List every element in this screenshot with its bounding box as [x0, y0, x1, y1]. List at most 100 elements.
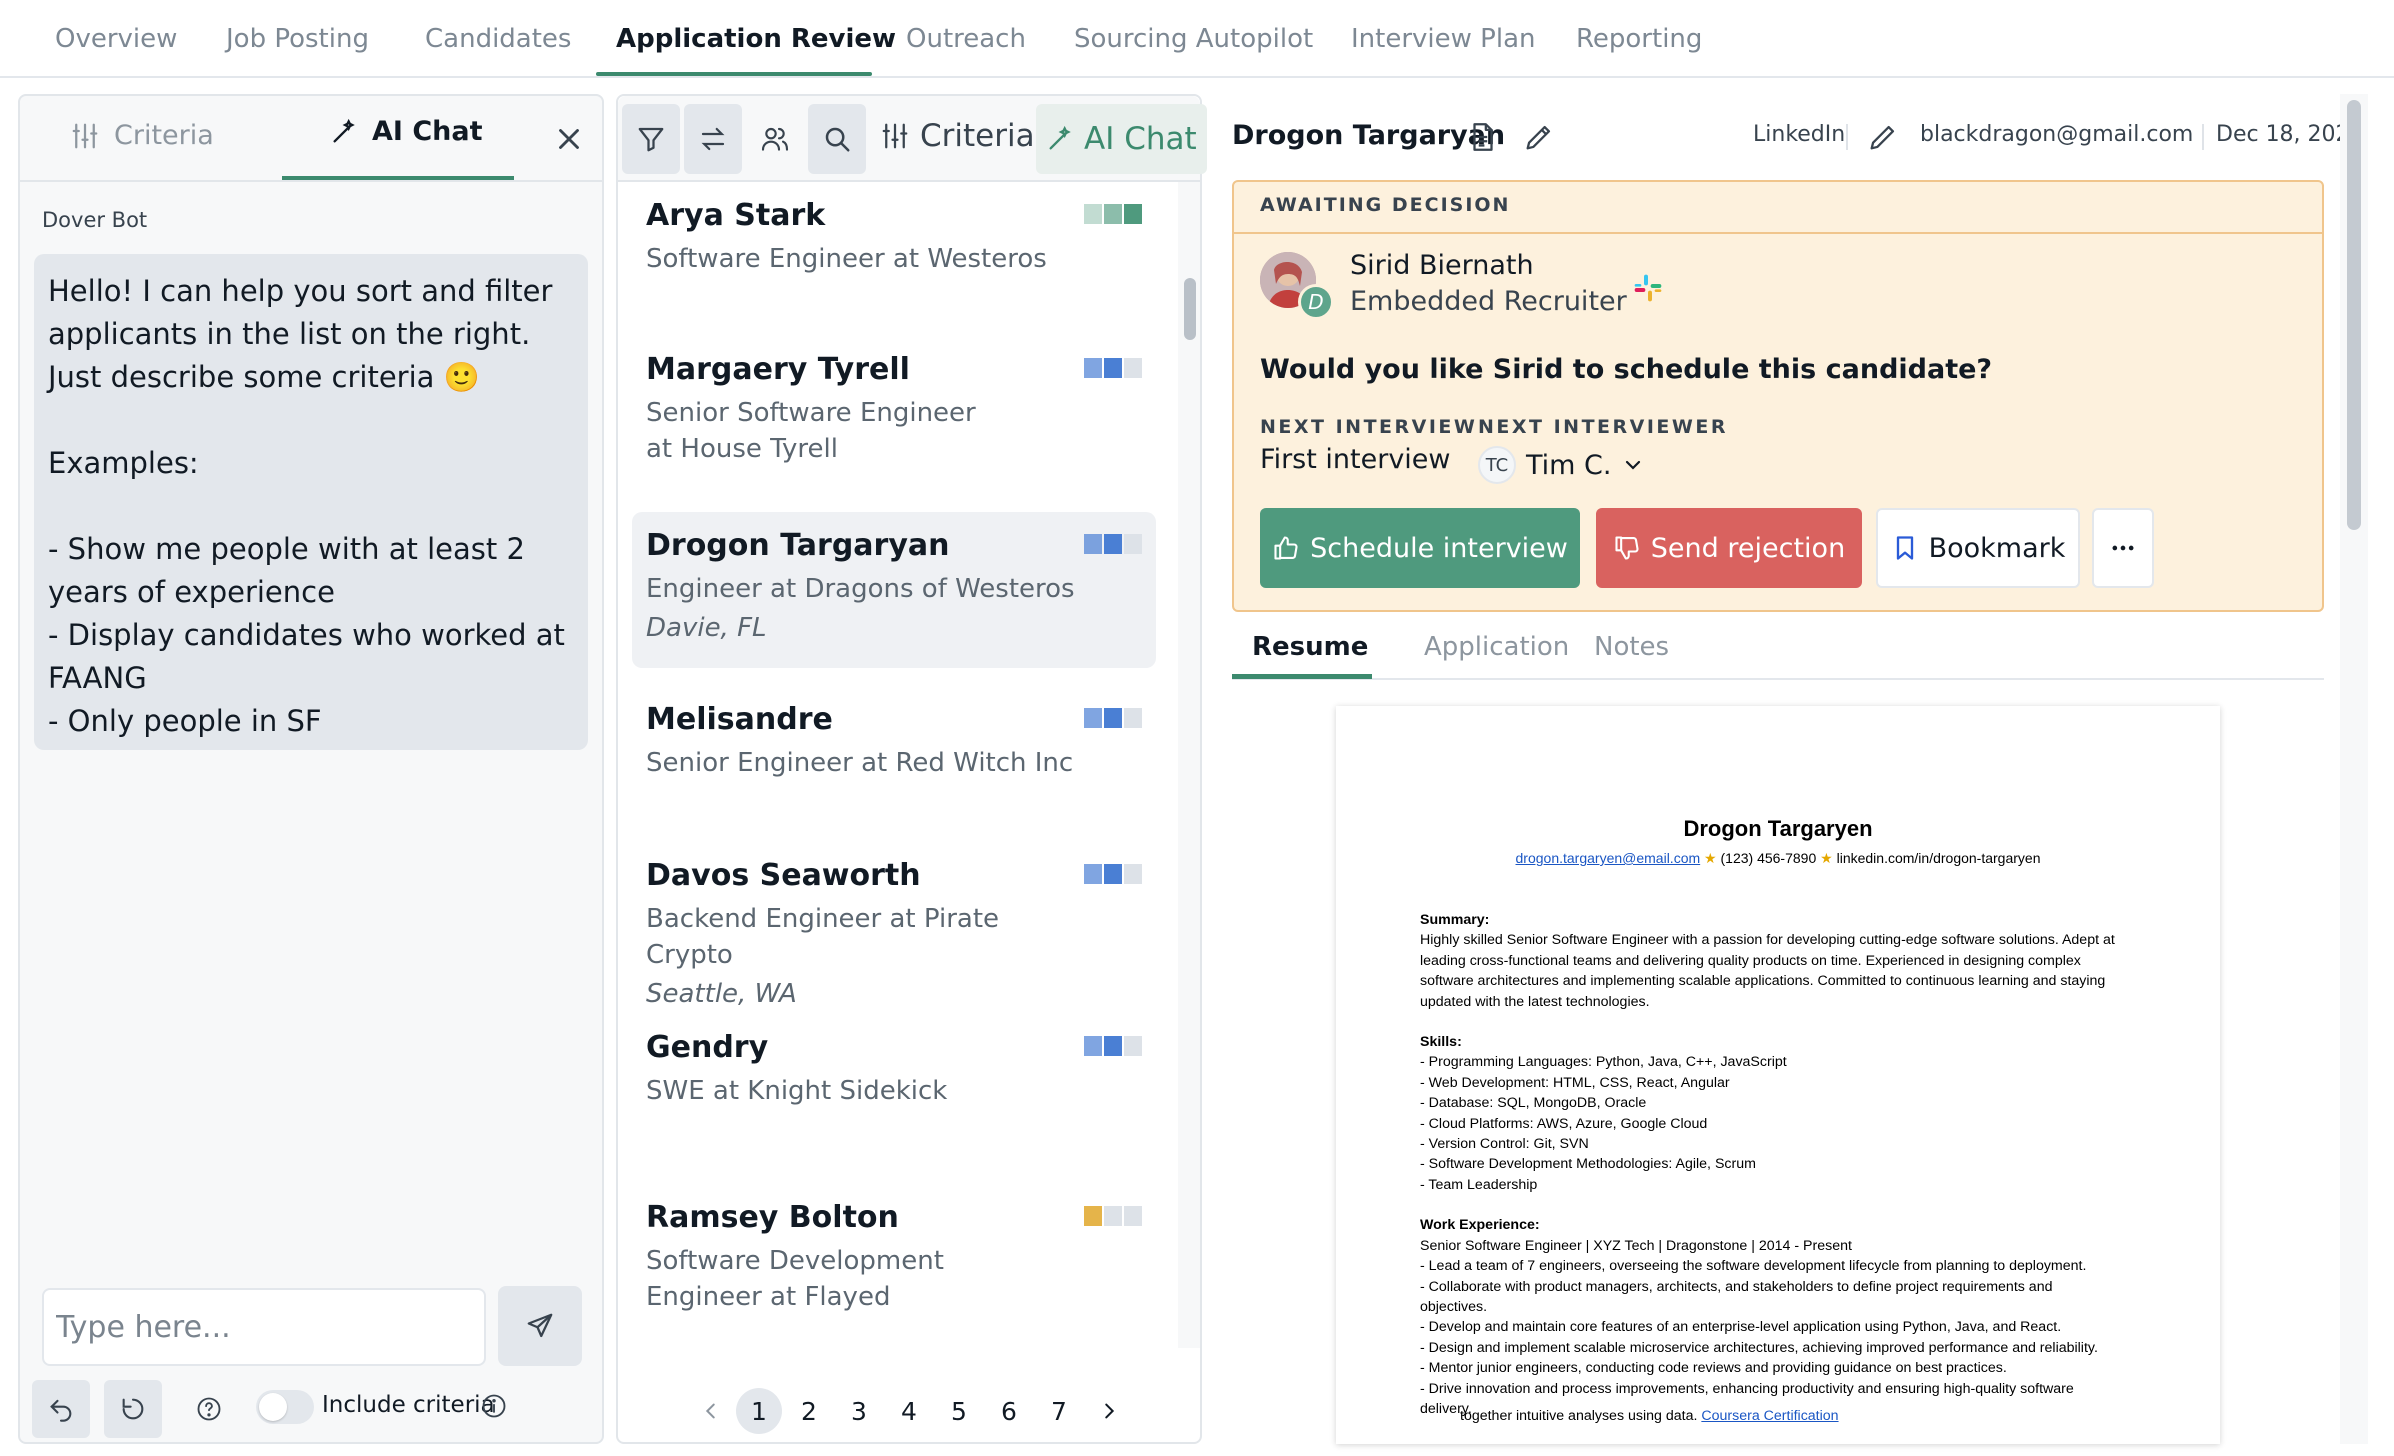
candidate-row[interactable]: Arya Stark Software Engineer at Westeros: [632, 182, 1156, 293]
interviewer-select[interactable]: TC Tim C.: [1478, 446, 1645, 484]
chat-input[interactable]: [42, 1288, 486, 1366]
resume-tail-text: together intuitive analyses using data.: [1460, 1408, 1698, 1424]
edit-email-icon[interactable]: [1866, 120, 1900, 154]
recruiter-role: Embedded Recruiter: [1350, 286, 1627, 317]
tab-outreach[interactable]: Outreach: [906, 24, 1026, 54]
candidate-row[interactable]: Davos Seaworth Backend Engineer at Pirat…: [632, 842, 1156, 1025]
tab-sourcing-autopilot[interactable]: Sourcing Autopilot: [1074, 24, 1313, 54]
send-button[interactable]: [498, 1286, 582, 1366]
candidate-row[interactable]: Melisandre Senior Engineer at Red Witch …: [632, 686, 1156, 797]
page-6[interactable]: 6: [986, 1388, 1032, 1434]
bot-name: Dover Bot: [42, 208, 148, 232]
candidate-row[interactable]: Margaery Tyrell Senior Software Engineer…: [632, 336, 1156, 483]
resume-overflow-line: together intuitive analyses using data. …: [1460, 1408, 1839, 1424]
fit-score-bars: [1084, 1036, 1142, 1056]
panel-tab-criteria-label: Criteria: [114, 120, 214, 151]
send-rejection-button[interactable]: Send rejection: [1596, 508, 1862, 588]
info-icon[interactable]: [480, 1392, 508, 1420]
ai-chat-toggle[interactable]: AI Chat: [1036, 104, 1207, 174]
star-icon: ★: [1820, 850, 1837, 866]
tab-resume[interactable]: Resume: [1252, 632, 1368, 662]
reject-label: Send rejection: [1650, 532, 1846, 564]
candidate-role: Software Development Engineer at Flayed: [646, 1246, 944, 1312]
include-criteria-toggle[interactable]: [256, 1390, 314, 1424]
page-5[interactable]: 5: [936, 1388, 982, 1434]
fit-score-bars: [1084, 1206, 1142, 1226]
page-3[interactable]: 3: [836, 1388, 882, 1434]
resume-contact: drogon.targaryen@email.com ★ (123) 456-7…: [1336, 850, 2220, 867]
criteria-toggle[interactable]: Criteria: [880, 118, 1035, 154]
candidate-row-selected[interactable]: Drogon Targaryan Engineer at Dragons of …: [632, 512, 1156, 668]
candidate-row[interactable]: Ramsey Bolton Software Development Engin…: [632, 1184, 1156, 1331]
score-bar-segment: [1104, 1206, 1122, 1226]
tab-reporting[interactable]: Reporting: [1576, 24, 1702, 54]
fit-score-bars: [1084, 358, 1142, 378]
close-icon[interactable]: [552, 122, 586, 156]
candidate-email[interactable]: blackdragon@gmail.com: [1920, 122, 2193, 147]
chevron-down-icon: [1626, 460, 1641, 470]
people-button[interactable]: [746, 104, 804, 174]
scroll-thumb[interactable]: [2347, 100, 2361, 530]
card-divider: [1234, 232, 2322, 234]
next-page-button[interactable]: [1086, 1388, 1132, 1434]
list-scrollbar[interactable]: [1178, 182, 1200, 1348]
candidate-title: Drogon Targaryan: [1232, 120, 1506, 151]
separator: [2202, 124, 2204, 150]
sort-button[interactable]: [684, 104, 742, 174]
score-bar-segment: [1104, 1036, 1122, 1056]
detail-tab-indicator: [1232, 674, 1372, 679]
next-interviewer-label: NEXT INTERVIEWER: [1478, 416, 1728, 438]
candidate-role: Senior Software Engineer at House Tyrell: [646, 398, 976, 464]
tab-job-posting[interactable]: Job Posting: [226, 24, 369, 54]
pencil-icon[interactable]: [1522, 120, 1556, 154]
tab-candidates[interactable]: Candidates: [425, 24, 571, 54]
undo-button[interactable]: [32, 1380, 90, 1438]
scroll-thumb[interactable]: [1184, 278, 1196, 340]
candidate-row[interactable]: Gendry SWE at Knight Sidekick: [632, 1014, 1156, 1125]
reset-button[interactable]: [104, 1380, 162, 1438]
schedule-interview-button[interactable]: Schedule interview: [1260, 508, 1580, 588]
score-bar-segment: [1124, 1206, 1142, 1226]
page-2[interactable]: 2: [786, 1388, 832, 1434]
resume-email[interactable]: drogon.targaryen@email.com: [1516, 850, 1701, 866]
help-button[interactable]: [180, 1380, 238, 1438]
recruiter-name: Sirid Biernath: [1350, 250, 1534, 281]
page-7[interactable]: 7: [1036, 1388, 1082, 1434]
skill-line: - Software Development Methodologies: Ag…: [1420, 1156, 1756, 1173]
summary-line: Highly skilled Senior Software Engineer …: [1420, 932, 2115, 949]
bookmark-button[interactable]: Bookmark: [1876, 508, 2080, 588]
resume-phone: (123) 456-7890: [1720, 850, 1817, 866]
tab-application[interactable]: Application: [1424, 632, 1569, 662]
filter-button[interactable]: [622, 104, 680, 174]
tab-overview[interactable]: Overview: [55, 24, 177, 54]
slack-icon[interactable]: [1632, 272, 1664, 304]
separator: [1846, 124, 1848, 150]
resume-linkedin: linkedin.com/in/drogon-targaryen: [1836, 850, 2041, 866]
score-bar-segment: [1124, 864, 1142, 884]
panel-tab-ai-chat[interactable]: AI Chat: [330, 116, 483, 147]
tab-notes[interactable]: Notes: [1594, 632, 1669, 662]
document-icon[interactable]: [1466, 120, 1500, 154]
score-bar-segment: [1104, 358, 1122, 378]
question-circle-icon: [197, 1397, 221, 1421]
more-options-button[interactable]: [2092, 508, 2154, 588]
candidate-location: Seattle, WA: [646, 979, 797, 1009]
page-4[interactable]: 4: [886, 1388, 932, 1434]
summary-heading: Summary:: [1420, 912, 1490, 928]
candidate-name: Melisandre: [646, 702, 833, 737]
work-line: objectives.: [1420, 1298, 1488, 1315]
linkedin-link[interactable]: LinkedIn: [1753, 122, 1845, 147]
prev-page-button[interactable]: [688, 1388, 734, 1434]
send-icon: [527, 1313, 553, 1338]
candidate-list-panel: Criteria AI Chat Arya Stark Software Eng…: [616, 94, 1207, 1444]
coursera-link[interactable]: Coursera Certification: [1701, 1408, 1838, 1424]
candidate-name: Gendry: [646, 1030, 769, 1065]
detail-scrollbar[interactable]: [2340, 94, 2368, 1444]
score-bar-segment: [1124, 358, 1142, 378]
summary-line: leading cross-functional teams and deliv…: [1420, 952, 2081, 969]
panel-tab-criteria[interactable]: Criteria: [70, 120, 214, 151]
tab-application-review[interactable]: Application Review: [616, 24, 896, 54]
search-button[interactable]: [808, 104, 866, 174]
page-1[interactable]: 1: [736, 1388, 782, 1434]
tab-interview-plan[interactable]: Interview Plan: [1351, 24, 1535, 54]
